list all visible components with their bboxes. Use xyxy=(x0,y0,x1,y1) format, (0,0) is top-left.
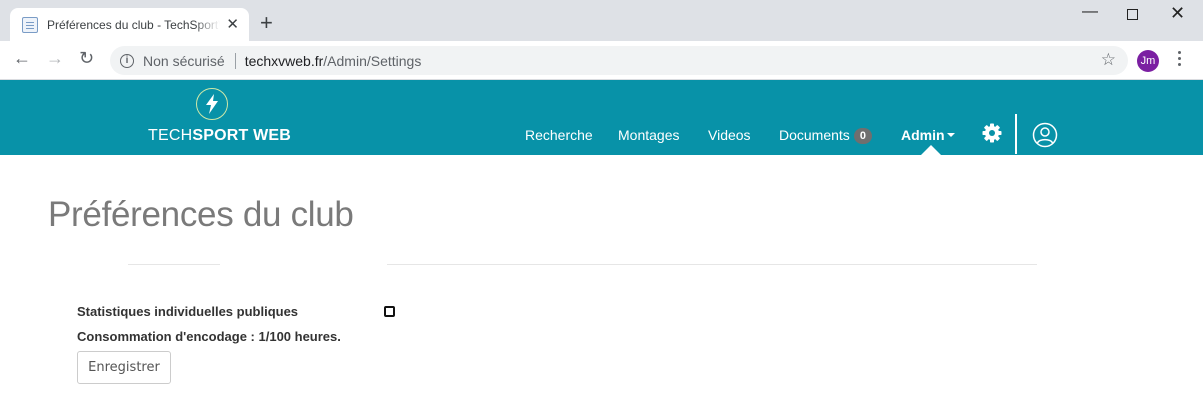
bookmark-star-icon[interactable]: ☆ xyxy=(1101,51,1116,68)
gear-icon[interactable] xyxy=(982,123,1002,148)
tab-close-icon[interactable]: ✕ xyxy=(226,17,239,32)
browser-menu-icon[interactable] xyxy=(1178,51,1182,69)
divider-right xyxy=(387,264,1037,265)
browser-tab[interactable]: Préférences du club - TechSportWeb ✕ xyxy=(10,8,249,41)
reload-icon[interactable]: ↻ xyxy=(79,49,94,67)
nav-admin-label: Admin xyxy=(901,127,945,143)
lightning-bolt-icon xyxy=(196,88,228,120)
nav-admin-dropdown[interactable]: Admin xyxy=(901,127,955,143)
url-path: /Admin/Settings xyxy=(323,52,422,69)
public-stats-label: Statistiques individuelles publiques xyxy=(77,304,299,319)
url-separator xyxy=(234,52,236,69)
save-button[interactable]: Enregistrer xyxy=(77,351,171,384)
nav-recherche[interactable]: Recherche xyxy=(525,127,593,143)
divider-left xyxy=(128,264,220,265)
minimize-icon[interactable]: — xyxy=(1082,4,1098,20)
active-menu-pointer xyxy=(921,145,941,155)
header-divider xyxy=(1015,114,1017,154)
info-icon[interactable]: i xyxy=(120,53,134,68)
browser-toolbar: ← → ↻ i Non sécurisé techxvweb.fr/Admin/… xyxy=(0,41,1203,80)
nav-documents[interactable]: Documents 0 xyxy=(779,127,872,144)
back-arrow-icon[interactable]: ← xyxy=(13,49,31,67)
url-text[interactable]: techxvweb.fr/Admin/Settings xyxy=(245,53,422,69)
nav-montages[interactable]: Montages xyxy=(618,127,679,143)
caret-down-icon xyxy=(946,133,955,137)
nav-videos[interactable]: Videos xyxy=(708,127,751,143)
address-bar[interactable]: i Non sécurisé techxvweb.fr/Admin/Settin… xyxy=(110,46,1128,75)
site-logo[interactable]: TECHSPORT WEB xyxy=(148,87,291,149)
logo-wordmark: TECHSPORT WEB xyxy=(148,127,291,145)
public-stats-checkbox[interactable] xyxy=(384,306,395,317)
encoding-usage-text: Consommation d'encodage : 1/100 heures. xyxy=(77,329,341,344)
site-header: TECHSPORT WEB Recherche Montages Videos … xyxy=(0,80,1203,155)
forward-arrow-icon[interactable]: → xyxy=(46,49,64,67)
profile-avatar[interactable]: Jm xyxy=(1137,50,1159,72)
security-status: Non sécurisé xyxy=(143,52,225,69)
maximize-icon[interactable] xyxy=(1127,9,1138,20)
new-tab-icon[interactable]: + xyxy=(260,12,273,34)
nav-documents-label: Documents xyxy=(779,127,850,143)
page-favicon-icon xyxy=(22,16,38,33)
logo-text-bold: SPORT WEB xyxy=(192,127,292,144)
user-account-icon[interactable] xyxy=(1032,122,1058,153)
documents-count-badge: 0 xyxy=(853,128,872,144)
window-close-icon[interactable]: ✕ xyxy=(1170,4,1185,22)
logo-text-light: TECH xyxy=(148,127,193,144)
browser-tabstrip: Préférences du club - TechSportWeb ✕ + —… xyxy=(0,0,1203,41)
tab-title: Préférences du club - TechSportWeb xyxy=(47,17,220,32)
page-title: Préférences du club xyxy=(48,195,354,234)
url-host: techxvweb.fr xyxy=(244,52,324,69)
